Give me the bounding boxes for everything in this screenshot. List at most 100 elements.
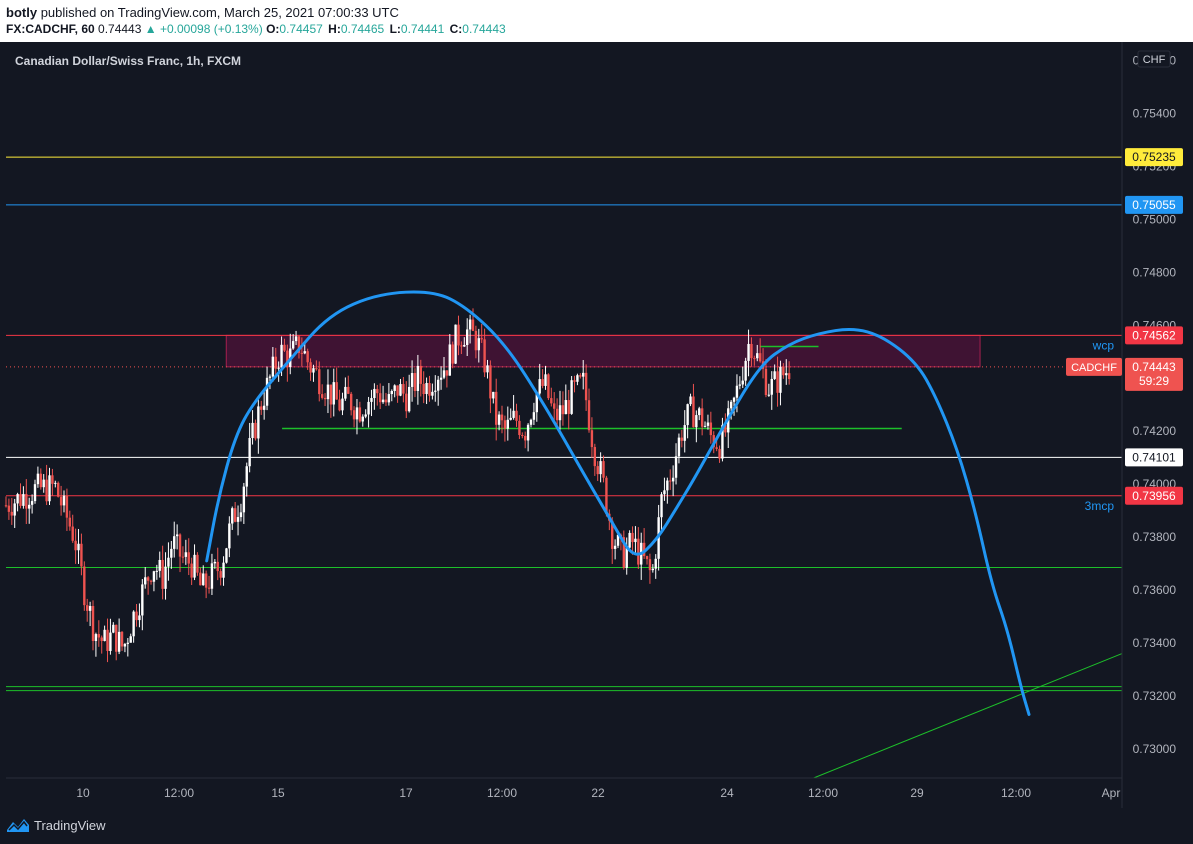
candle-body <box>257 406 260 439</box>
candle-body <box>584 372 588 401</box>
candle-body <box>62 495 66 506</box>
candle-body <box>329 384 333 405</box>
candle-body <box>425 383 428 395</box>
level-note-label: 3mcp <box>1085 499 1115 513</box>
x-tick-label: 12:00 <box>808 786 838 800</box>
candle-body <box>744 360 747 381</box>
candle-body <box>364 414 367 417</box>
candle-body <box>599 461 602 475</box>
candle-body <box>129 636 132 643</box>
candle-body <box>422 383 425 395</box>
candle-body <box>695 415 698 428</box>
candle-body <box>25 493 28 509</box>
candle-body <box>628 532 631 548</box>
symbol-line: FX:CADCHF, 60 0.74443 ▲ +0.00098 (+0.13%… <box>6 22 508 36</box>
candle-body <box>738 384 742 386</box>
tradingview-logo-icon[interactable] <box>6 816 30 834</box>
candle-body <box>291 341 295 349</box>
resistance-zone[interactable] <box>225 334 981 368</box>
candle-body <box>332 382 335 405</box>
y-tick-label: 0.73400 <box>1133 636 1177 650</box>
chart-title: Canadian Dollar/Swiss Franc, 1h, FXCM <box>15 54 241 68</box>
author-name[interactable]: botly <box>6 5 37 20</box>
candle-body <box>477 338 480 351</box>
candle-body <box>326 384 330 400</box>
candle-body <box>309 362 312 373</box>
candle-body <box>231 508 234 524</box>
candle-body <box>57 482 60 497</box>
candle-body <box>318 369 321 395</box>
candle-body <box>376 388 379 394</box>
candle-body <box>706 422 710 426</box>
candle-body <box>48 475 51 502</box>
candle-body <box>268 376 272 378</box>
candle-body <box>669 480 672 482</box>
candle-body <box>787 373 791 380</box>
candle-body <box>175 534 179 537</box>
candle-body <box>460 345 463 347</box>
x-tick-label: 12:00 <box>1001 786 1031 800</box>
candle-body <box>393 385 396 391</box>
candle-body <box>509 417 512 420</box>
candle-body <box>547 374 550 399</box>
candle-body <box>703 425 707 427</box>
candle-body <box>59 496 63 506</box>
candle-body <box>402 384 405 394</box>
candle-body <box>500 414 504 421</box>
candle-body <box>468 319 472 330</box>
candle-body <box>68 517 72 527</box>
candle-body <box>686 404 689 426</box>
candle-body <box>561 405 565 415</box>
candle-body <box>381 399 385 403</box>
candle-body <box>593 447 597 467</box>
level-note-label: wcp <box>1092 338 1115 352</box>
candle-body <box>210 563 214 589</box>
candle-body <box>94 634 98 641</box>
chart-header: botly published on TradingView.com, Marc… <box>0 0 1193 42</box>
candle-body <box>492 391 495 399</box>
candle-body <box>22 493 25 506</box>
candle-body <box>419 365 422 384</box>
candle-body <box>550 398 553 404</box>
candle-body <box>347 386 350 394</box>
candle-body <box>515 410 518 421</box>
candle-body <box>80 543 83 567</box>
candle-body <box>36 473 40 485</box>
x-tick-label: 22 <box>591 786 605 800</box>
candle-body <box>167 557 170 567</box>
candle-body <box>260 406 263 410</box>
candle-body <box>506 419 510 429</box>
candle-body <box>239 512 243 518</box>
x-tick-label: 29 <box>910 786 924 800</box>
candle-body <box>7 505 11 512</box>
candle-body <box>654 558 657 569</box>
candle-body <box>396 385 399 396</box>
candle-body <box>399 384 402 396</box>
x-tick-label: 12:00 <box>487 786 517 800</box>
candle-body <box>753 358 756 360</box>
footer <box>0 808 1193 844</box>
tradingview-brand[interactable]: TradingView <box>34 818 106 833</box>
candle-body <box>155 570 159 572</box>
price-level-label: 0.73956 <box>1132 489 1176 503</box>
candle-body <box>779 366 782 393</box>
y-tick-label: 0.73600 <box>1133 583 1177 597</box>
candle-body <box>587 400 591 431</box>
candle-body <box>454 324 457 364</box>
candle-body <box>758 353 762 362</box>
candle-body <box>677 437 681 457</box>
candle-body <box>242 486 246 513</box>
candle-body <box>19 494 22 506</box>
candle-body <box>202 573 205 586</box>
candle-body <box>486 365 489 373</box>
candle-body <box>544 374 547 386</box>
candle-body <box>274 356 277 369</box>
open-value: 0.74457 <box>279 22 323 36</box>
candle-body <box>538 379 541 394</box>
candle-body <box>663 490 666 495</box>
candle-body <box>387 394 391 403</box>
candle-body <box>219 571 222 578</box>
candle-body <box>4 505 8 507</box>
price-chart[interactable]: 0.730000.732000.734000.736000.738000.740… <box>0 42 1193 808</box>
candle-body <box>349 393 353 411</box>
